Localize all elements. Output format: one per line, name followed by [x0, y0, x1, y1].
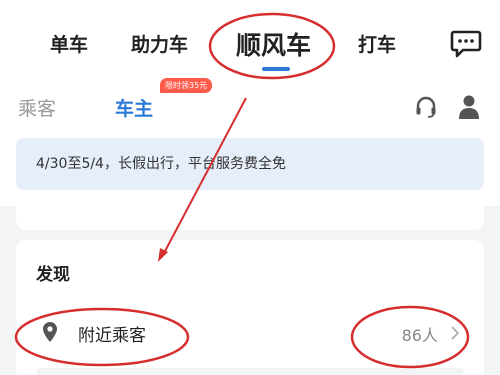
headset-icon[interactable]: [414, 95, 438, 119]
next-row-stub: [36, 368, 464, 375]
tab-ebike[interactable]: 助力车: [131, 30, 188, 57]
person-icon[interactable]: [457, 94, 481, 120]
card-strip: [16, 206, 484, 230]
chevron-right-icon: [451, 326, 460, 340]
active-tab-indicator: [262, 67, 290, 71]
notice-banner[interactable]: 4/30至5/4，长假出行，平台服务费全免: [16, 138, 484, 190]
tab-car-owner[interactable]: 车主: [115, 94, 153, 121]
role-tab-bar: 乘客 车主 限时领35元: [0, 78, 500, 130]
tab-hitch-ride[interactable]: 顺风车: [236, 26, 311, 62]
tab-taxi[interactable]: 打车: [358, 30, 396, 57]
top-tab-bar: 单车 助力车 顺风车 打车: [0, 0, 500, 84]
nearby-passengers-count: 86人: [401, 326, 438, 345]
nearby-passengers-row[interactable]: 附近乘客 86人: [16, 310, 484, 354]
tab-bike[interactable]: 单车: [50, 30, 88, 57]
tab-passenger[interactable]: 乘客: [18, 94, 56, 121]
section-title: 发现: [36, 265, 70, 285]
promo-badge: 限时领35元: [160, 78, 213, 93]
location-pin-icon: [43, 322, 57, 342]
discover-card: 发现 附近乘客 86人: [16, 240, 484, 375]
notice-panel: 4/30至5/4，长假出行，平台服务费全免: [0, 130, 500, 206]
nearby-passengers-label: 附近乘客: [78, 326, 146, 346]
chat-icon[interactable]: [450, 29, 482, 59]
